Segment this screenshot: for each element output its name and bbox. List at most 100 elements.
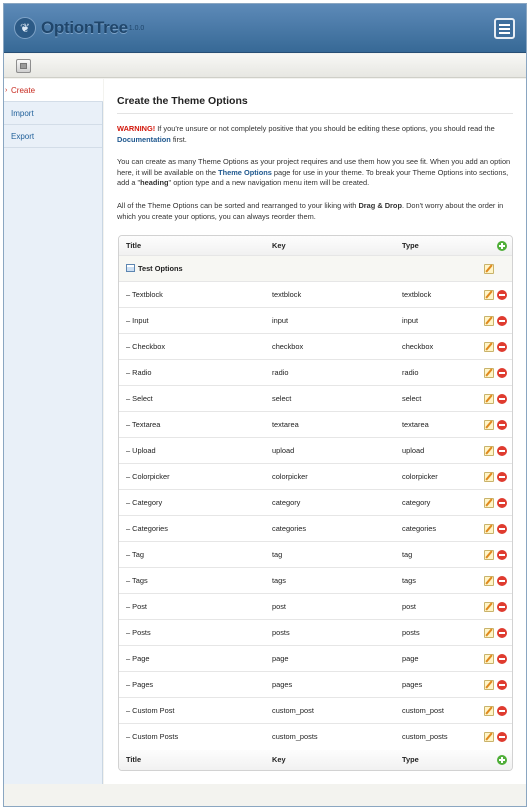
pencil-edit-icon[interactable] [484,524,494,534]
red-minus-delete-icon[interactable] [497,732,507,742]
red-minus-delete-icon[interactable] [497,550,507,560]
red-minus-delete-icon[interactable] [497,290,507,300]
pencil-edit-icon[interactable] [484,420,494,430]
table-row[interactable]: – Radio radio radio [119,360,512,386]
option-key: select [272,394,292,403]
table-row[interactable]: – Pages pages pages [119,672,512,698]
green-plus-add-icon[interactable] [497,241,507,251]
table-row[interactable]: – Checkbox checkbox checkbox [119,334,512,360]
option-type: page [402,654,419,663]
pencil-edit-icon[interactable] [484,368,494,378]
red-minus-delete-icon[interactable] [497,706,507,716]
documentation-link[interactable]: Documentation [117,135,171,144]
sidebar-item-export[interactable]: Export [4,125,102,148]
red-minus-delete-icon[interactable] [497,394,507,404]
column-header-title: Title [126,241,142,250]
red-minus-delete-icon[interactable] [497,602,507,612]
option-type: checkbox [402,342,434,351]
red-minus-delete-icon[interactable] [497,316,507,326]
pencil-edit-icon[interactable] [484,446,494,456]
pencil-edit-icon[interactable] [484,316,494,326]
red-minus-delete-icon[interactable] [497,420,507,430]
theme-options-link[interactable]: Theme Options [218,168,272,177]
option-key: radio [272,368,289,377]
sidebar-item-import[interactable]: Import [4,102,102,125]
option-title: – Category [126,498,163,507]
option-type: select [402,394,422,403]
column-footer-type: Type [402,755,419,764]
option-type: tags [402,576,416,585]
table-row[interactable]: – Tag tag tag [119,542,512,568]
heading-row[interactable]: Test Options [119,256,512,282]
red-minus-delete-icon[interactable] [497,524,507,534]
red-minus-delete-icon[interactable] [497,680,507,690]
pencil-edit-icon[interactable] [484,342,494,352]
table-row[interactable]: – Tags tags tags [119,568,512,594]
green-plus-add-icon[interactable] [497,755,507,765]
option-key: post [272,602,286,611]
option-type: category [402,498,431,507]
pencil-edit-icon[interactable] [484,472,494,482]
pencil-edit-icon[interactable] [484,498,494,508]
option-title: – Pages [126,680,154,689]
pencil-edit-icon[interactable] [484,394,494,404]
table-row[interactable]: – Page page page [119,646,512,672]
header-bar: ❦ OptionTree 1.0.0 [4,4,526,53]
pencil-edit-icon[interactable] [484,680,494,690]
pencil-edit-icon[interactable] [484,628,494,638]
option-title: – Tag [126,550,144,559]
pencil-edit-icon[interactable] [484,290,494,300]
pencil-edit-icon[interactable] [484,654,494,664]
sidebar-item-label: Import [11,109,34,118]
paragraph-text: " option type and a new navigation menu … [168,178,370,187]
heading-keyword: heading [140,178,169,187]
option-type: posts [402,628,420,637]
screen-options-icon[interactable] [16,59,31,73]
heading-row-title: Test Options [138,264,183,273]
option-key: textarea [272,420,299,429]
pencil-edit-icon[interactable] [484,264,494,274]
red-minus-delete-icon[interactable] [497,472,507,482]
red-minus-delete-icon[interactable] [497,576,507,586]
red-minus-delete-icon[interactable] [497,446,507,456]
table-row[interactable]: – Upload upload upload [119,438,512,464]
pencil-edit-icon[interactable] [484,732,494,742]
table-row[interactable]: – Colorpicker colorpicker colorpicker [119,464,512,490]
red-minus-delete-icon[interactable] [497,628,507,638]
intro-paragraph: You can create as many Theme Options as … [117,157,514,189]
table-row[interactable]: – Post post post [119,594,512,620]
option-key: textblock [272,290,302,299]
table-row[interactable]: – Category category category [119,490,512,516]
paragraph-text: All of the Theme Options can be sorted a… [117,201,359,210]
table-row[interactable]: – Posts posts posts [119,620,512,646]
optiontree-leaf-icon: ❦ [14,17,36,39]
table-row[interactable]: – Select select select [119,386,512,412]
red-minus-delete-icon[interactable] [497,342,507,352]
red-minus-delete-icon[interactable] [497,654,507,664]
option-key: input [272,316,289,325]
table-row[interactable]: – Categories categories categories [119,516,512,542]
table-row[interactable]: – Textblock textblock textblock [119,282,512,308]
options-sliders-icon[interactable] [494,18,515,39]
table-row[interactable]: – Custom Posts custom_posts custom_posts [119,724,512,750]
table-row[interactable]: – Textarea textarea textarea [119,412,512,438]
pencil-edit-icon[interactable] [484,576,494,586]
window-section-icon [126,264,135,272]
pencil-edit-icon[interactable] [484,550,494,560]
red-minus-delete-icon[interactable] [497,498,507,508]
option-type: custom_post [402,706,444,715]
column-footer-key: Key [272,755,286,764]
table-row[interactable]: – Input input input [119,308,512,334]
pencil-edit-icon[interactable] [484,602,494,612]
sidebar-item-create[interactable]: › Create [4,79,103,102]
red-minus-delete-icon[interactable] [497,368,507,378]
pencil-edit-icon[interactable] [484,706,494,716]
table-row[interactable]: – Custom Post custom_post custom_post [119,698,512,724]
column-footer-title: Title [126,755,142,764]
divider [117,113,513,114]
option-title: – Radio [126,368,152,377]
warning-label: WARNING! [117,124,156,133]
option-key: custom_posts [272,732,318,741]
option-key: category [272,498,301,507]
active-arrow-icon: › [5,87,8,94]
